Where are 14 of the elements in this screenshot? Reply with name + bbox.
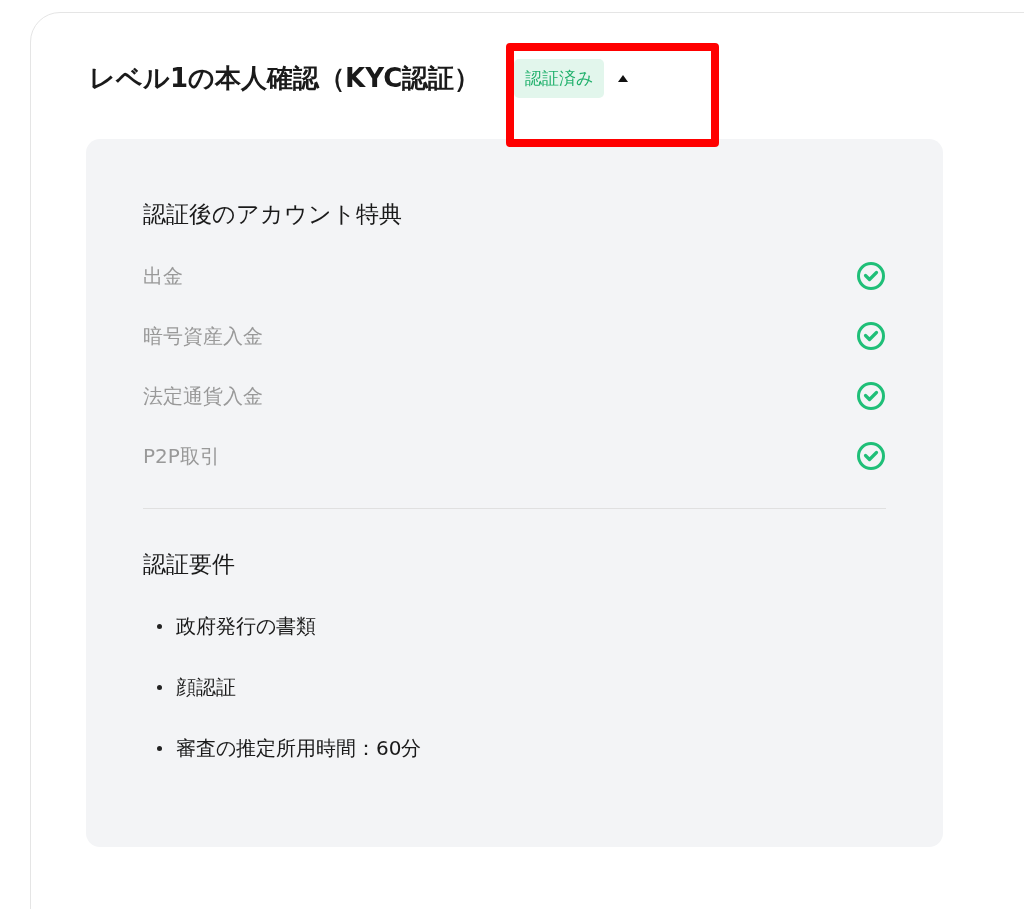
requirement-text: 政府発行の書類 [176,613,316,640]
status-badge: 認証済み [514,58,605,98]
section-title: レベル1の本人確認（KYC認証） [89,61,481,95]
requirement-text: 顔認証 [176,674,236,701]
bullet-icon [157,624,162,629]
section-heading: 認証要件 [143,550,236,579]
benefit-label: 法定通貨入金 [143,382,263,410]
bullet-icon [157,685,162,690]
benefit-label: 出金 [143,262,183,290]
benefit-label: P2P取引 [143,442,220,470]
bullet-icon [157,746,162,751]
benefit-label: 暗号資産入金 [143,322,263,350]
section-heading: 認証後のアカウント特典 [143,200,403,229]
requirement-text: 審査の推定所用時間：60分 [176,735,422,762]
